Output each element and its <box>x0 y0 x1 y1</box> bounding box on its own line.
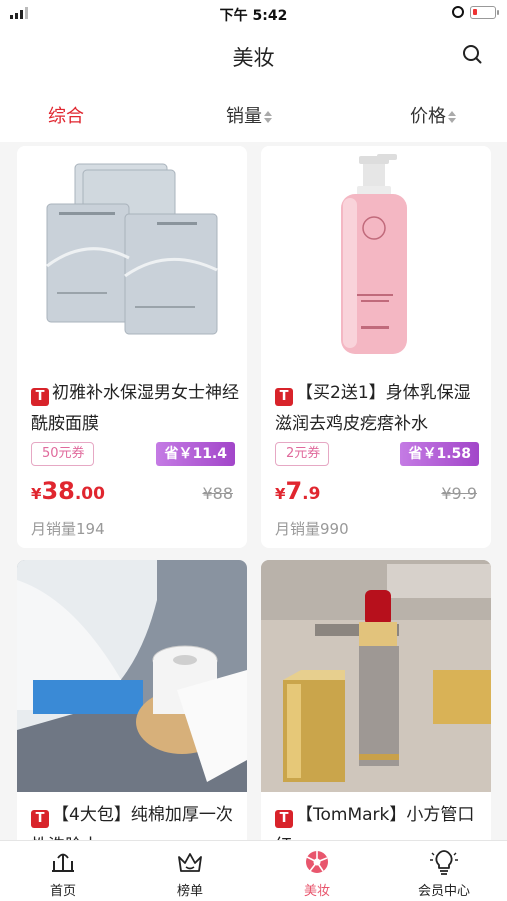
home-icon <box>52 853 74 872</box>
tab-beauty[interactable]: 美妆 <box>254 841 380 901</box>
lightbulb-icon <box>430 850 458 875</box>
product-title: T 初雅补水保湿男女士神经酰胺面膜 <box>31 378 239 440</box>
page-title: 美妆 <box>232 46 275 70</box>
tab-home[interactable]: 首页 <box>0 841 126 901</box>
product-title-text: 初雅补水保湿男女士神经酰胺面膜 <box>31 383 239 434</box>
status-bar: 下午 5:42 <box>0 0 507 28</box>
monthly-sales: 月销量990 <box>275 520 349 538</box>
tab-ranking-label: 榜单 <box>176 884 203 899</box>
sort-sales-label: 销量 <box>226 106 262 127</box>
sort-price-label: 价格 <box>410 106 446 127</box>
price: ¥7.9 <box>275 477 321 505</box>
tmall-badge: T <box>275 810 293 828</box>
tmall-badge: T <box>275 388 293 406</box>
original-price: ¥88 <box>202 484 233 503</box>
price: ¥38.00 <box>31 477 105 505</box>
product-image <box>261 146 491 368</box>
monthly-sales: 月销量194 <box>31 520 105 538</box>
tab-ranking[interactable]: 榜单 <box>127 841 253 901</box>
tab-member-center-label: 会员中心 <box>417 884 470 899</box>
search-icon[interactable] <box>462 44 482 64</box>
sort-arrows-icon <box>448 110 456 124</box>
status-time: 下午 5:42 <box>219 8 288 24</box>
sort-bar: 综合 销量 价格 <box>0 86 507 142</box>
coupon-tag: 50元券 <box>31 442 94 466</box>
save-badge: 省￥11.4 <box>156 442 235 466</box>
alarm-icon <box>452 6 464 18</box>
aperture-icon <box>306 851 328 873</box>
save-badge: 省￥1.58 <box>400 442 479 466</box>
tab-bar: 首页 榜单 美妆 会员中心 <box>0 840 507 901</box>
product-image <box>17 146 247 368</box>
sort-comprehensive-label: 综合 <box>48 106 84 127</box>
product-card[interactable]: T【4大包】纯棉加厚一次性洗脸巾 <box>17 560 247 860</box>
tab-member-center[interactable]: 会员中心 <box>381 841 507 901</box>
product-title-text: 【买2送1】身体乳保湿滋润去鸡皮疙瘩补水 <box>275 383 471 434</box>
tmall-badge: T <box>31 388 49 406</box>
tab-home-label: 首页 <box>49 884 76 899</box>
product-card[interactable]: T【TomMark】小方管口红 <box>261 560 491 860</box>
sort-arrows-icon <box>264 110 272 124</box>
sort-sales[interactable]: 销量 <box>226 102 272 128</box>
product-title: T 【买2送1】身体乳保湿滋润去鸡皮疙瘩补水 <box>275 378 483 440</box>
product-image <box>17 560 247 792</box>
tmall-badge: T <box>31 810 49 828</box>
sort-price[interactable]: 价格 <box>410 102 456 128</box>
product-card[interactable]: T 【买2送1】身体乳保湿滋润去鸡皮疙瘩补水 2元券 省￥1.58 ¥7.9 ¥9… <box>261 146 491 548</box>
nav-bar: 美妆 <box>0 28 507 86</box>
tab-beauty-label: 美妆 <box>303 884 330 899</box>
product-card[interactable]: T 初雅补水保湿男女士神经酰胺面膜 50元券 省￥11.4 ¥38.00 ¥88 … <box>17 146 247 548</box>
crown-icon <box>178 853 202 872</box>
product-image <box>261 560 491 792</box>
coupon-tag: 2元券 <box>275 442 330 466</box>
original-price: ¥9.9 <box>441 484 477 503</box>
battery-icon <box>470 6 499 19</box>
sort-comprehensive[interactable]: 综合 <box>48 102 84 128</box>
